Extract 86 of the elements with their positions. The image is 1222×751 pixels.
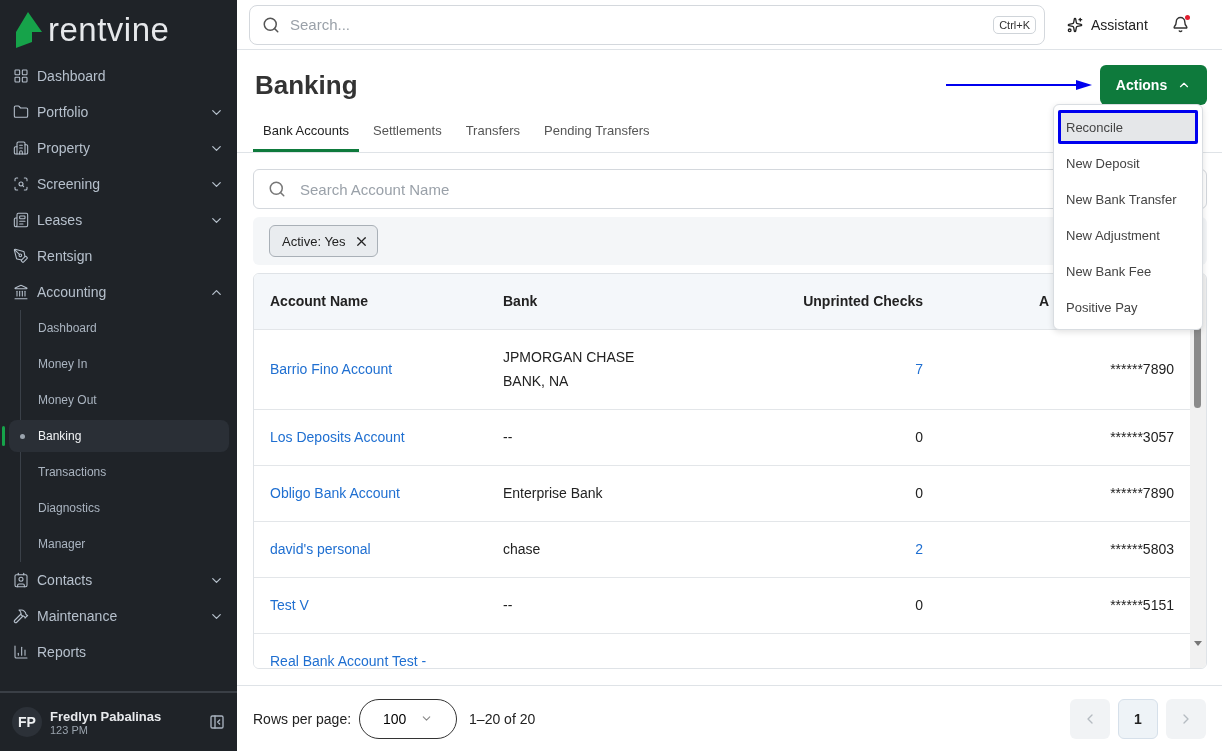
tab[interactable]: Transfers — [455, 123, 531, 152]
nav-subitem[interactable]: Manager — [21, 528, 229, 560]
search-bar[interactable]: Search... Ctrl+K — [249, 4, 1045, 45]
menu-item[interactable]: New Bank Fee — [1058, 254, 1198, 288]
building-icon — [13, 140, 29, 156]
contact-icon — [13, 572, 29, 588]
menu-item[interactable]: New Deposit — [1058, 146, 1198, 180]
table-cell-text: ******7890 — [1109, 483, 1175, 503]
table-cell-text: Enterprise Bank — [502, 483, 604, 503]
page-range: 1–20 of 20 — [469, 710, 536, 727]
nav-subitem[interactable]: Diagnostics — [21, 492, 229, 524]
assistant-button[interactable]: Assistant — [1063, 12, 1152, 37]
nav-item[interactable]: Reports — [8, 634, 229, 670]
page-title: Banking — [255, 69, 358, 101]
table-cell-text: ******3057 — [1109, 427, 1175, 447]
bell-icon — [1171, 16, 1189, 33]
column-header: Unprinted Checks — [802, 291, 924, 311]
nav-subitem[interactable]: Dashboard — [21, 312, 229, 344]
nav-item[interactable]: Accounting — [8, 274, 229, 310]
nav-item[interactable]: Maintenance — [8, 598, 229, 634]
nav-item[interactable]: Portfolio — [8, 94, 229, 130]
nav-item[interactable]: Dashboard — [8, 58, 229, 94]
search-icon — [268, 180, 286, 198]
nav-item[interactable]: Property — [8, 130, 229, 166]
column-header: A — [1039, 292, 1050, 309]
table-cell-text: 0 — [914, 427, 924, 447]
menu-item[interactable]: Reconcile — [1058, 110, 1198, 144]
menu-item[interactable]: New Adjustment — [1058, 218, 1198, 252]
account-link[interactable]: Los Deposits Account — [254, 425, 487, 450]
table-cell-text: JPMORGAN CHASE BANK, NA — [502, 348, 636, 391]
sparkles-icon — [1067, 16, 1083, 33]
nav-subitem[interactable]: Money In — [21, 348, 229, 380]
menu-item[interactable]: Positive Pay — [1058, 290, 1198, 324]
logo-icon — [16, 12, 42, 48]
nav-item[interactable]: Rentsign — [8, 238, 229, 274]
account-link[interactable]: Barrio Fino Account — [254, 357, 487, 382]
checks-link[interactable]: 7 — [727, 357, 939, 382]
active-indicator — [2, 426, 5, 446]
table-cell-text: -- — [502, 427, 514, 447]
rows-per-page-select[interactable]: 100 — [359, 698, 458, 739]
list-search-icon — [13, 176, 29, 192]
collapse-sidebar-icon[interactable] — [209, 714, 225, 730]
tab[interactable]: Bank Accounts — [253, 123, 359, 152]
nav-subitem[interactable]: Money Out — [21, 384, 229, 416]
folder-icon — [13, 104, 29, 120]
account-link[interactable]: david's personal — [254, 537, 487, 562]
account-search-field[interactable]: Search Account Name — [298, 179, 798, 199]
table-cell-text: ******7890 — [1109, 359, 1175, 379]
search-icon — [262, 15, 280, 34]
column-header: Account Name — [269, 291, 370, 311]
nav-subitem[interactable]: Transactions — [21, 456, 229, 488]
search-field[interactable]: Search... — [288, 15, 986, 34]
nav-item[interactable]: Contacts — [8, 562, 229, 598]
user-subtitle: 123 PM — [50, 723, 88, 736]
logo-text: rentvine — [48, 11, 170, 49]
filter-chip[interactable]: Active: Yes — [269, 225, 378, 257]
newspaper-icon — [13, 212, 29, 228]
menu-item[interactable]: New Bank Transfer — [1058, 182, 1198, 216]
user-name: Fredlyn Pabalinas — [50, 708, 163, 724]
bank-icon — [13, 284, 29, 300]
bullet-icon — [20, 434, 25, 439]
nav-item[interactable]: Screening — [8, 166, 229, 202]
column-header: Bank — [502, 291, 539, 311]
table-cell-text: 0 — [914, 595, 924, 615]
tab[interactable]: Settlements — [363, 123, 452, 152]
nav-item[interactable]: Leases — [8, 202, 229, 238]
user-avatar: FP — [12, 707, 42, 737]
scroll-down-icon[interactable] — [1194, 641, 1202, 646]
table-cell-text: -- — [502, 595, 514, 615]
rows-per-page-label: Rows per page: — [253, 710, 352, 727]
table-cell-text: ******5151 — [1109, 595, 1175, 615]
table-cell-text: 0 — [914, 483, 924, 503]
account-link[interactable]: Test V — [254, 593, 487, 618]
account-link[interactable]: Real Bank Account Test - — [254, 649, 487, 668]
table-cell-text: ******5803 — [1109, 539, 1175, 559]
shortcut-hint: Ctrl+K — [993, 15, 1036, 34]
account-link[interactable]: Obligo Bank Account — [254, 481, 487, 506]
table-cell-text: chase — [502, 539, 542, 559]
tab[interactable]: Pending Transfers — [534, 123, 660, 152]
checks-link[interactable]: 2 — [727, 537, 939, 562]
bar-chart-icon — [13, 644, 29, 660]
pen-icon — [13, 248, 29, 264]
actions-button[interactable]: Actions — [1100, 65, 1207, 105]
page-button[interactable]: 1 — [1118, 698, 1158, 739]
hammer-icon — [13, 608, 29, 624]
grid-icon — [13, 68, 29, 84]
